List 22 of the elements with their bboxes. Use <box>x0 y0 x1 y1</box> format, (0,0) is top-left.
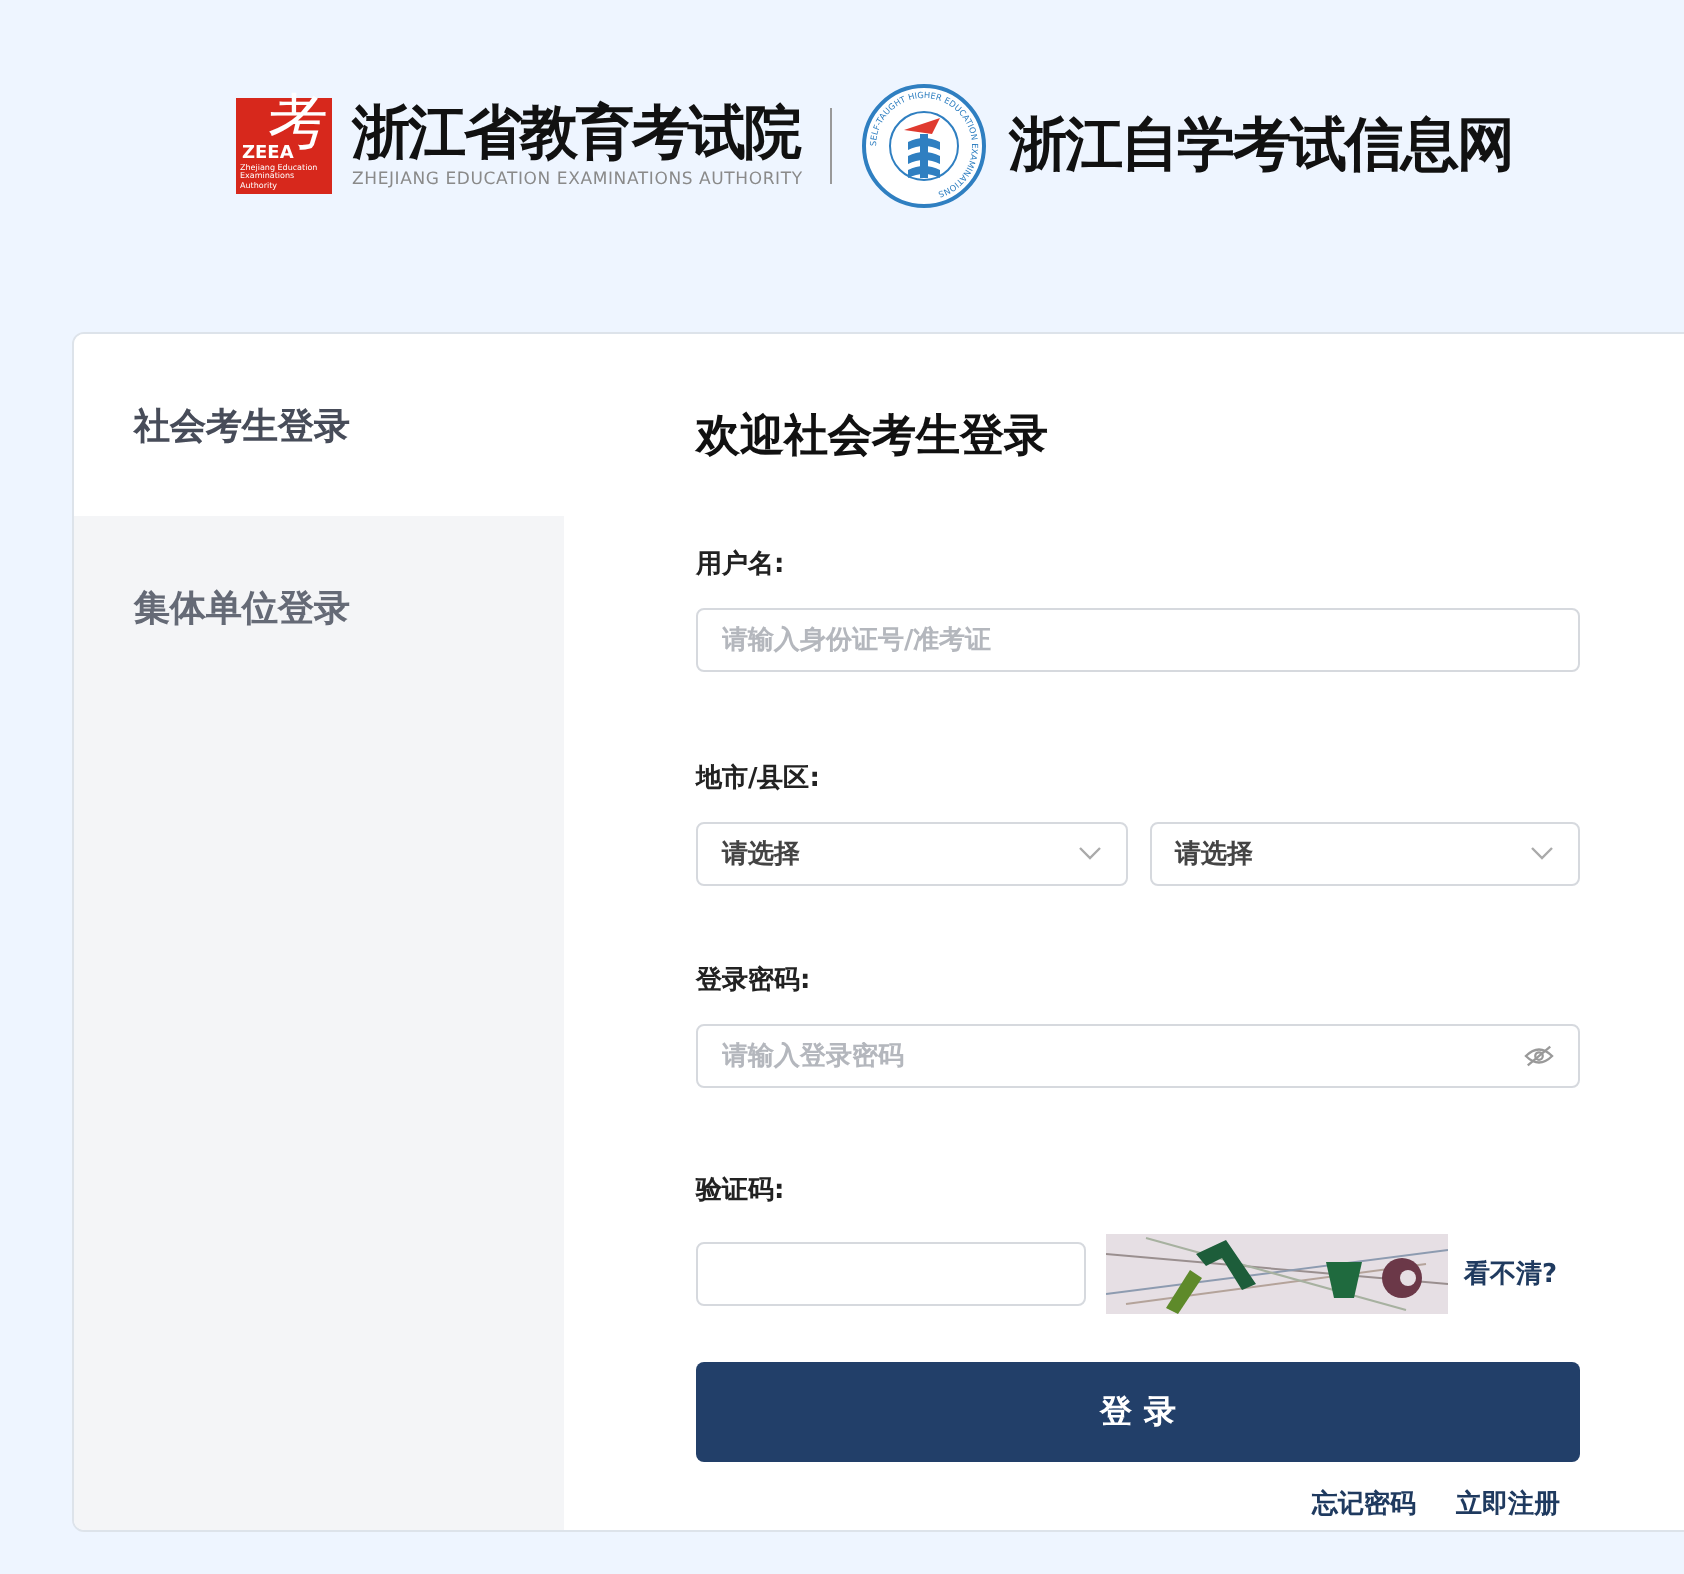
region-dropdown[interactable]: 请选择 <box>1149 822 1580 886</box>
password-field[interactable]: 请输入登录密码 <box>696 1024 1580 1088</box>
field-label: 地市/县区: <box>696 761 822 796</box>
logo-abbreviation: ZEEA <box>242 144 294 164</box>
field-label: 登录密码: <box>696 963 813 998</box>
field-label: 验证码: <box>696 1174 787 1208</box>
captcha-field[interactable] <box>696 1242 1086 1306</box>
form-title: 欢迎社会考生登录 <box>696 409 1050 466</box>
hidden-eye-icon[interactable] <box>1524 1044 1554 1068</box>
organization-name: 浙江省教育考试院 <box>352 102 803 166</box>
login-button[interactable]: 登 录 <box>696 1362 1580 1462</box>
chevron-down-icon <box>1077 846 1101 862</box>
organization-english-name: ZHEJIANG EDUCATION EXAMINATIONS AUTHORITY <box>352 169 803 190</box>
site-name: 浙江自学考试信息网 <box>1008 108 1513 182</box>
refresh-captcha-link[interactable]: 看不清? <box>1464 1256 1558 1292</box>
region-dropdown[interactable]: 请选择 <box>696 822 1127 886</box>
chevron-down-icon <box>1530 846 1554 862</box>
login-tab[interactable]: 社会考生登录 <box>74 334 564 516</box>
username-field[interactable]: 请输入身份证号/准考证 <box>696 608 1580 672</box>
footer-link[interactable]: 忘记密码 <box>1312 1486 1416 1522</box>
field-label: 用户名: <box>696 547 787 582</box>
footer-link[interactable]: 立即注册 <box>1456 1486 1560 1522</box>
